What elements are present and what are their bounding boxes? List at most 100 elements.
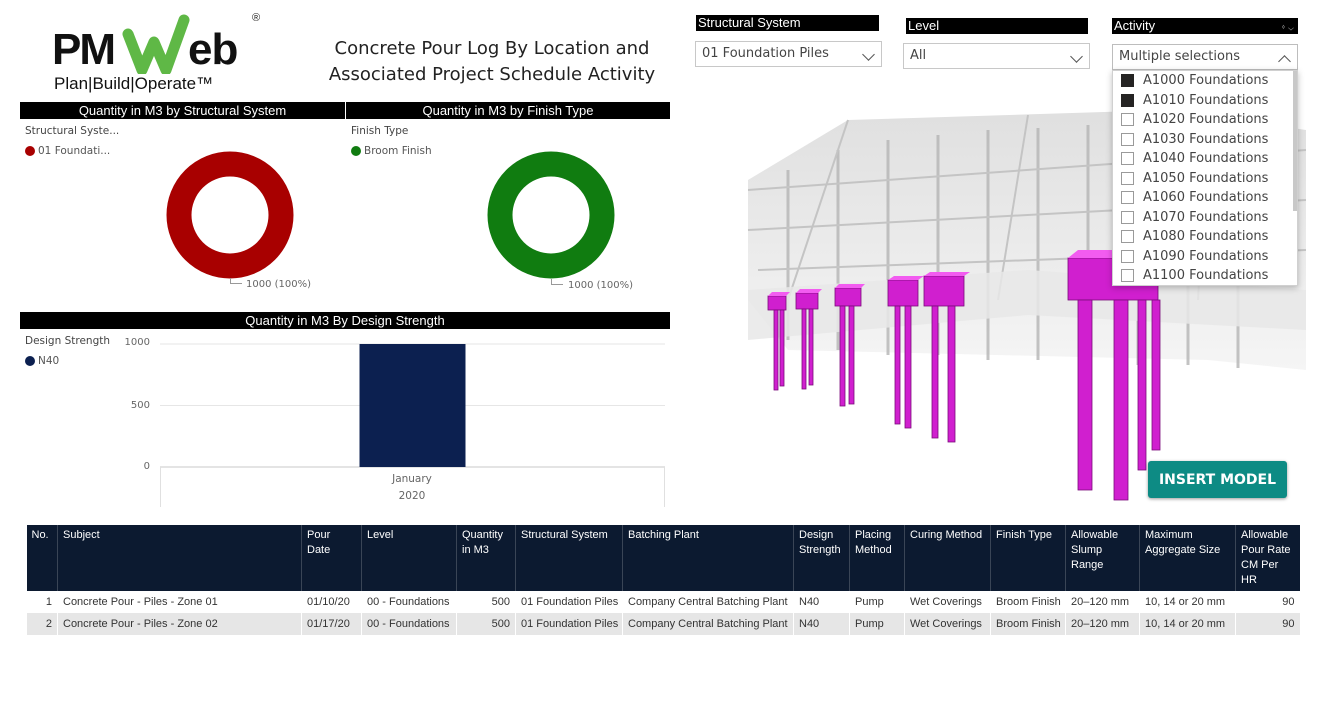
column-header[interactable]: Subject [58, 525, 302, 591]
activity-option[interactable]: A1050 Foundations [1113, 169, 1297, 189]
activity-option[interactable]: A1060 Foundations [1113, 188, 1297, 208]
column-header[interactable]: Allowable Slump Range [1066, 525, 1140, 591]
donut-slice-broom-finish[interactable] [500, 164, 602, 266]
column-header[interactable]: Allowable Pour Rate CM Per HR [1236, 525, 1300, 591]
column-header[interactable]: Maximum Aggregate Size [1140, 525, 1236, 591]
chevron-down-icon [862, 48, 875, 61]
activity-option-label: A1060 Foundations [1143, 190, 1268, 205]
level-dropdown[interactable]: All [903, 43, 1090, 69]
activity-option[interactable]: A1090 Foundations [1113, 247, 1297, 267]
pmweb-logo-mark: PM eb [50, 12, 280, 74]
y-tick-label: 0 [120, 461, 150, 472]
activity-option-label: A1000 Foundations [1143, 73, 1268, 88]
legend-dot-icon [351, 146, 361, 156]
level-slicer-title: Level [906, 18, 1088, 34]
table-cell: 01/10/20 [302, 591, 362, 613]
structural-legend-title: Structural Syste... [25, 125, 119, 137]
finish-legend-item[interactable]: Broom Finish [351, 145, 432, 157]
dropdown-scrollbar[interactable] [1293, 71, 1297, 211]
activity-option[interactable]: A1070 Foundations [1113, 208, 1297, 228]
registered-mark: ® [252, 12, 260, 24]
x-tick-label-year: 2020 [357, 490, 467, 502]
checkbox-checked-icon[interactable] [1121, 74, 1134, 87]
column-header[interactable]: Structural System [516, 525, 623, 591]
table-row[interactable]: 1Concrete Pour - Piles - Zone 0101/10/20… [27, 591, 1300, 613]
eraser-icon[interactable]: ⬫ ⌄ [1282, 19, 1294, 35]
activity-option-label: A1030 Foundations [1143, 132, 1268, 147]
checkbox-icon[interactable] [1121, 152, 1134, 165]
table-cell: 00 - Foundations [362, 591, 457, 613]
svg-text:eb: eb [188, 25, 237, 74]
checkbox-icon[interactable] [1121, 113, 1134, 126]
concrete-pour-log-table: No.SubjectPour DateLevelQuantity in M3St… [26, 525, 1300, 635]
x-tick-label-month: January [357, 473, 467, 485]
table-cell: Company Central Batching Plant [623, 613, 794, 635]
column-header[interactable]: No. [27, 525, 58, 591]
activity-option-label: A1050 Foundations [1143, 171, 1268, 186]
activity-option-label: A1010 Foundations [1143, 93, 1268, 108]
table-row[interactable]: 2Concrete Pour - Piles - Zone 0201/17/20… [27, 613, 1300, 635]
table-cell: N40 [794, 613, 850, 635]
logo-tagline: Plan|Build|Operate™ [54, 74, 213, 94]
table-cell: Pump [850, 613, 905, 635]
checkbox-icon[interactable] [1121, 211, 1134, 224]
activity-option[interactable]: A1030 Foundations [1113, 130, 1297, 150]
insert-model-button[interactable]: INSERT MODEL [1148, 461, 1287, 498]
checkbox-icon[interactable] [1121, 269, 1134, 282]
structural-system-dropdown[interactable]: 01 Foundation Piles [695, 41, 882, 67]
structural-legend-item[interactable]: 01 Foundati... [25, 145, 110, 157]
activity-option[interactable]: A1040 Foundations [1113, 149, 1297, 169]
column-header[interactable]: Finish Type [991, 525, 1066, 591]
table-cell: 20–120 mm [1066, 613, 1140, 635]
activity-option[interactable]: A1020 Foundations [1113, 110, 1297, 130]
activity-option[interactable]: A1080 Foundations [1113, 227, 1297, 247]
bar-n40[interactable] [360, 344, 466, 467]
activity-option[interactable]: A1010 Foundations [1113, 91, 1297, 111]
activity-dropdown-list[interactable]: A1000 Foundations A1010 Foundations A1020 … [1112, 70, 1298, 286]
checkbox-icon[interactable] [1121, 172, 1134, 185]
table-cell: 01 Foundation Piles [516, 591, 623, 613]
table-body: 1Concrete Pour - Piles - Zone 0101/10/20… [27, 591, 1300, 635]
y-tick-label: 500 [120, 400, 150, 411]
chevron-down-icon [1070, 50, 1083, 63]
checkbox-checked-icon[interactable] [1121, 94, 1134, 107]
donut-leader-line [551, 279, 563, 285]
checkbox-icon[interactable] [1121, 133, 1134, 146]
column-header[interactable]: Pour Date [302, 525, 362, 591]
table-header-row: No.SubjectPour DateLevelQuantity in M3St… [27, 525, 1300, 591]
bar-legend-item[interactable]: N40 [25, 355, 59, 367]
activity-title-text: Activity [1114, 18, 1155, 33]
activity-option[interactable]: A1000 Foundations [1113, 71, 1297, 91]
table-cell: Broom Finish [991, 613, 1066, 635]
table-cell: 10, 14 or 20 mm [1140, 613, 1236, 635]
donut-slice-foundation-piles[interactable] [179, 164, 281, 266]
activity-option-label: A1090 Foundations [1143, 249, 1268, 264]
activity-option-label: A1070 Foundations [1143, 210, 1268, 225]
column-header[interactable]: Placing Method [850, 525, 905, 591]
table-cell: 1 [27, 591, 58, 613]
column-header[interactable]: Curing Method [905, 525, 991, 591]
table-cell: Concrete Pour - Piles - Zone 01 [58, 591, 302, 613]
column-header[interactable]: Design Strength [794, 525, 850, 591]
activity-slicer-title: Activity ⬫ ⌄ [1112, 18, 1298, 34]
finish-donut-chart [486, 150, 616, 280]
table-cell: 500 [457, 591, 516, 613]
column-header[interactable]: Quantity in M3 [457, 525, 516, 591]
finish-donut-label: 1000 (100%) [568, 280, 633, 291]
pmweb-logo: PM eb ® Plan|Build|Operate™ [50, 12, 280, 97]
checkbox-icon[interactable] [1121, 191, 1134, 204]
table-cell: Wet Coverings [905, 591, 991, 613]
checkbox-icon[interactable] [1121, 230, 1134, 243]
activity-dropdown[interactable]: Multiple selections [1112, 44, 1298, 70]
table-cell: N40 [794, 591, 850, 613]
column-header[interactable]: Level [362, 525, 457, 591]
structural-donut-chart [165, 150, 295, 280]
column-header[interactable]: Batching Plant [623, 525, 794, 591]
activity-option[interactable]: A1100 Foundations [1113, 266, 1297, 286]
table-cell: Broom Finish [991, 591, 1066, 613]
checkbox-icon[interactable] [1121, 250, 1134, 263]
structural-donut-header: Quantity in M3 by Structural System [20, 102, 345, 119]
finish-legend-label: Broom Finish [364, 145, 432, 157]
table-cell: Concrete Pour - Piles - Zone 02 [58, 613, 302, 635]
bar-chart-header: Quantity in M3 By Design Strength [20, 312, 670, 329]
